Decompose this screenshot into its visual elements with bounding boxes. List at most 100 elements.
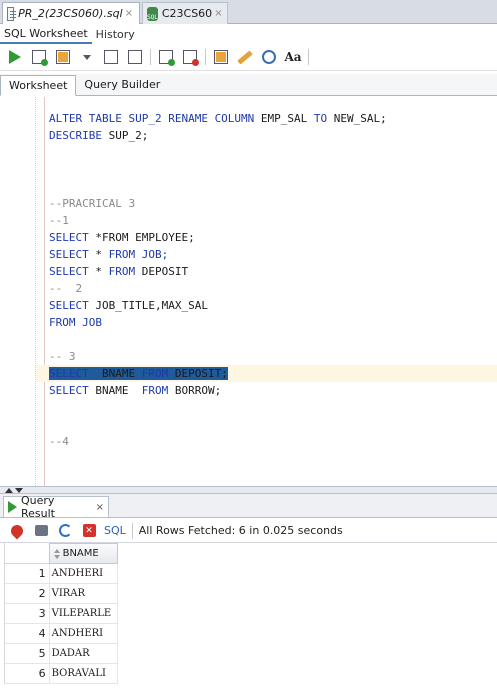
results-tab-bar: Query Result × — [0, 494, 497, 520]
results-toolbar: ✕ SQL All Rows Fetched: 6 in 0.025 secon… — [0, 519, 497, 543]
table-row[interactable]: 3 VILEPARLE — [5, 604, 118, 624]
table-row[interactable]: 5 DADAR — [5, 644, 118, 664]
code-line[interactable]: --4 — [49, 433, 387, 450]
code-line[interactable]: ALTER TABLE SUP_2 RENAME COLUMN EMP_SAL … — [49, 110, 387, 127]
code-line[interactable] — [49, 178, 387, 195]
code-line[interactable]: FROM JOB — [49, 314, 387, 331]
history-icon[interactable] — [260, 48, 278, 66]
file-tab-pr2[interactable]: PR_2(23CS060).sql × — [2, 2, 140, 24]
tab-query-builder[interactable]: Query Builder — [76, 74, 168, 95]
code-text: BORROW; — [174, 384, 222, 397]
sql-button[interactable]: SQL — [104, 524, 126, 537]
file-tab-connection[interactable]: SQL C23CS60 × — [142, 2, 228, 24]
code-keyword: JOB — [82, 316, 102, 329]
run-statement-icon[interactable] — [6, 48, 24, 66]
explain-plan-icon[interactable] — [102, 48, 120, 66]
code-line[interactable] — [49, 416, 387, 433]
table-row[interactable]: 4 ANDHERI — [5, 624, 118, 644]
refresh-icon[interactable] — [56, 522, 74, 540]
code-keyword: SELECT — [49, 265, 96, 278]
code-line[interactable]: SELECT * FROM JOB; — [49, 246, 387, 263]
collapse-down-icon[interactable] — [15, 488, 23, 493]
code-text: *FROM — [95, 231, 136, 244]
tab-sql-worksheet[interactable]: SQL Worksheet — [0, 24, 92, 44]
code-text: SUP_2; — [108, 129, 149, 142]
code-line[interactable]: --1 — [49, 212, 387, 229]
code-keyword: FROM — [141, 384, 175, 397]
row-number: 3 — [38, 607, 46, 620]
autotrace-icon[interactable] — [54, 48, 72, 66]
close-icon[interactable]: × — [212, 8, 224, 19]
grid-header: BNAME — [5, 543, 118, 564]
tab-history[interactable]: History — [92, 24, 139, 44]
sql-tuning-icon[interactable] — [126, 48, 144, 66]
format-icon[interactable]: Aa — [284, 48, 302, 66]
run-script-icon[interactable] — [30, 48, 48, 66]
code-area[interactable]: ALTER TABLE SUP_2 RENAME COLUMN EMP_SAL … — [49, 110, 387, 450]
table-cell-bname[interactable]: ANDHERI — [48, 564, 118, 583]
code-line[interactable]: DESCRIBE SUP_2; — [49, 127, 387, 144]
row-number: 6 — [38, 667, 46, 680]
tab-worksheet[interactable]: Worksheet — [0, 75, 77, 96]
file-tab-label: PR_2(23CS060).sql — [18, 7, 123, 20]
pin-icon[interactable] — [8, 522, 26, 540]
code-keyword: SELECT — [49, 299, 96, 312]
print-icon[interactable] — [32, 522, 50, 540]
fetch-status: All Rows Fetched: 6 in 0.025 seconds — [138, 524, 343, 537]
rollback-icon[interactable] — [181, 48, 199, 66]
code-text: NEW_SAL; — [333, 112, 387, 125]
dropdown-arrow-icon[interactable] — [78, 48, 96, 66]
row-number: 1 — [38, 567, 46, 580]
clear-icon[interactable] — [236, 48, 254, 66]
table-cell-bname[interactable]: ANDHERI — [48, 624, 118, 643]
code-line[interactable]: -- 3 — [49, 348, 387, 365]
tab-query-result[interactable]: Query Result × — [3, 494, 109, 520]
expand-up-icon[interactable] — [5, 488, 13, 493]
table-cell-bname[interactable]: VIRAR — [48, 584, 118, 603]
toolbar-separator — [205, 49, 206, 65]
pane-splitter[interactable] — [0, 486, 497, 494]
cancel-icon[interactable]: ✕ — [80, 522, 98, 540]
table-cell-bname[interactable]: BORAVALI — [48, 664, 118, 683]
code-line[interactable] — [49, 161, 387, 178]
file-tab-label: C23CS60 — [161, 7, 213, 20]
code-line[interactable]: SELECT BNAME FROM BORROW; — [49, 382, 387, 399]
code-text: EMPLOYEE; — [135, 231, 195, 244]
code-line[interactable]: SELECT * FROM DEPOSIT — [49, 263, 387, 280]
result-run-icon — [8, 501, 17, 513]
results-grid: BNAME 1 ANDHERI 2 VIRAR 3 VILEPARLE 4 ANDHERI 5 D… — [4, 543, 118, 684]
row-number: 5 — [38, 647, 46, 660]
code-text: JOB_TITLE,MAX_SAL — [95, 299, 208, 312]
code-line[interactable] — [49, 331, 387, 348]
code-line[interactable]: SELECT JOB_TITLE,MAX_SAL — [49, 297, 387, 314]
code-line[interactable]: SELECT *FROM EMPLOYEE; — [49, 229, 387, 246]
code-keyword: FROM — [108, 248, 142, 261]
close-icon[interactable]: × — [123, 8, 135, 19]
code-keyword: SELECT — [49, 367, 102, 380]
code-comment: -- 3 — [49, 350, 76, 363]
code-keyword: JOB; — [141, 248, 169, 261]
code-line[interactable]: -- 2 — [49, 280, 387, 297]
code-line[interactable] — [49, 144, 387, 161]
code-keyword: ALTER TABLE SUP_2 RENAME COLUMN — [49, 112, 261, 125]
table-row[interactable]: 2 VIRAR — [5, 584, 118, 604]
table-row[interactable]: 1 ANDHERI — [5, 564, 118, 584]
table-cell-bname[interactable]: VILEPARLE — [48, 604, 118, 623]
file-tab-strip: PR_2(23CS060).sql × SQL C23CS60 × — [0, 0, 497, 24]
code-keyword: SELECT — [49, 384, 96, 397]
code-keyword: TO — [313, 112, 334, 125]
toolbar-separator — [308, 49, 309, 65]
unshared-sql-icon[interactable] — [212, 48, 230, 66]
sort-icon[interactable] — [53, 548, 60, 559]
table-row[interactable]: 6 BORAVALI — [5, 664, 118, 684]
column-header-bname[interactable]: BNAME — [48, 543, 118, 564]
code-text: EMP_SAL — [260, 112, 314, 125]
sql-editor[interactable]: ALTER TABLE SUP_2 RENAME COLUMN EMP_SAL … — [0, 97, 497, 486]
code-line[interactable]: --PRACRICAL 3 — [49, 195, 387, 212]
close-icon[interactable]: × — [96, 502, 104, 513]
column-header-label: BNAME — [62, 548, 99, 559]
code-line[interactable] — [49, 399, 387, 416]
commit-icon[interactable] — [157, 48, 175, 66]
table-cell-bname[interactable]: DADAR — [48, 644, 118, 663]
code-line[interactable]: SELECT BNAME FROM DEPOSIT; — [49, 365, 387, 382]
